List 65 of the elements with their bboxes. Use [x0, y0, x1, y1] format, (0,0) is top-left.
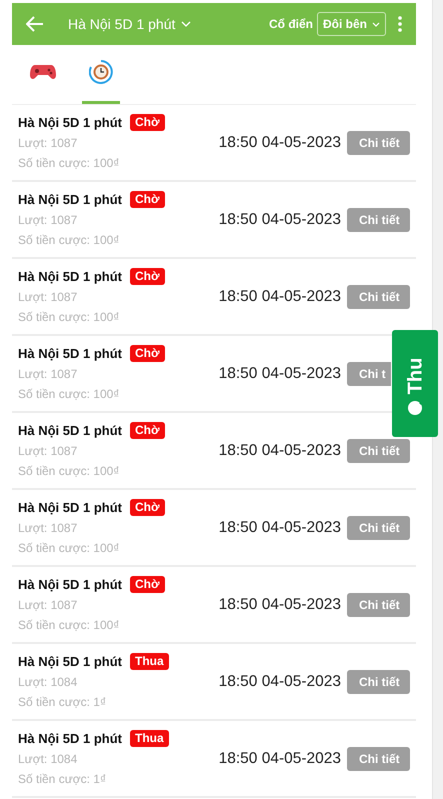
- status-badge: Thua: [130, 653, 169, 670]
- round-number: Lượt: 1087: [18, 520, 78, 538]
- status-badge: Chờ: [130, 422, 165, 439]
- round-number: Lượt: 1084: [18, 674, 78, 692]
- bet-game-name: Hà Nội 5D 1 phút: [18, 730, 122, 748]
- status-badge: Chờ: [130, 114, 165, 131]
- bet-time: 18:50 04-05-2023: [218, 672, 341, 692]
- bet-amount: Số tiền cược: 1₫: [18, 771, 108, 788]
- status-badge: Chờ: [130, 345, 165, 362]
- bet-time: 18:50 04-05-2023: [218, 748, 341, 769]
- status-badge: Chờ: [130, 576, 165, 593]
- status-badge: Thua: [130, 730, 169, 747]
- chevron-down-icon: [372, 22, 380, 26]
- game-title[interactable]: Hà Nội 5D 1 phút: [68, 14, 176, 34]
- detail-button[interactable]: Chi tiết: [347, 130, 410, 154]
- bet-amount: Số tiền cược: 1₫: [18, 694, 108, 712]
- bet-amount: Số tiền cược: 100₫: [18, 232, 120, 250]
- bet-time: 18:50 04-05-2023: [218, 594, 341, 615]
- chevron-down-icon[interactable]: [181, 21, 192, 27]
- bet-time: 18:50 04-05-2023: [218, 286, 341, 307]
- clock-icon: [89, 60, 113, 84]
- collapse-side-tab[interactable]: Thu: [392, 330, 438, 437]
- bet-amount: Số tiền cược: 100₫: [18, 309, 120, 326]
- round-number: Lượt: 1087: [18, 443, 78, 460]
- detail-button[interactable]: Chi tiết: [347, 670, 410, 694]
- round-number: Lượt: 1087: [18, 597, 78, 614]
- bet-amount: Số tiền cược: 100₫: [18, 463, 120, 480]
- mode-label: Cổ điển: [269, 16, 313, 33]
- detail-button[interactable]: Chi tiết: [347, 208, 410, 232]
- round-number: Lượt: 1084: [18, 751, 78, 768]
- bet-time: 18:50 04-05-2023: [218, 518, 341, 538]
- bet-amount: Số tiền cược: 100₫: [18, 540, 120, 558]
- bet-game-name: Hà Nội 5D 1 phút: [18, 344, 122, 363]
- detail-button[interactable]: Chi tiết: [347, 592, 410, 616]
- bet-game-name: Hà Nội 5D 1 phút: [18, 498, 122, 517]
- bet-amount: Số tiền cược: 100₫: [18, 617, 120, 634]
- bet-game-name: Hà Nội 5D 1 phút: [18, 422, 122, 440]
- mode-select[interactable]: Đôi bên: [317, 12, 386, 36]
- bet-amount: Số tiền cược: 100₫: [18, 386, 120, 404]
- detail-button[interactable]: Chi tiết: [347, 516, 410, 540]
- detail-button[interactable]: Chi t: [347, 362, 391, 386]
- round-number: Lượt: 1087: [18, 135, 78, 152]
- status-badge: Chờ: [130, 499, 165, 516]
- detail-button[interactable]: Chi tiết: [347, 746, 410, 770]
- detail-button[interactable]: Chi tiết: [347, 284, 410, 308]
- bet-game-name: Hà Nội 5D 1 phút: [18, 576, 122, 594]
- round-number: Lượt: 1087: [18, 366, 78, 384]
- status-badge: Chờ: [130, 268, 165, 285]
- bet-amount: Số tiền cược: 100₫: [18, 155, 120, 172]
- status-badge: Chờ: [130, 191, 165, 208]
- gamepad-icon: [30, 63, 56, 81]
- back-arrow-icon[interactable]: [26, 16, 44, 32]
- bet-time: 18:50 04-05-2023: [218, 440, 341, 461]
- bet-game-name: Hà Nội 5D 1 phút: [18, 190, 122, 209]
- bet-game-name: Hà Nội 5D 1 phút: [18, 114, 122, 132]
- bet-time: 18:50 04-05-2023: [218, 210, 341, 230]
- bet-game-name: Hà Nội 5D 1 phút: [18, 268, 122, 286]
- detail-button[interactable]: Chi tiết: [347, 438, 410, 462]
- bet-time: 18:50 04-05-2023: [218, 132, 341, 153]
- bet-time: 18:50 04-05-2023: [218, 364, 341, 384]
- round-number: Lượt: 1087: [18, 212, 78, 230]
- more-menu-icon[interactable]: [398, 16, 402, 32]
- bet-game-name: Hà Nội 5D 1 phút: [18, 652, 122, 671]
- chat-bubble-icon: [407, 400, 423, 416]
- round-number: Lượt: 1087: [18, 289, 78, 306]
